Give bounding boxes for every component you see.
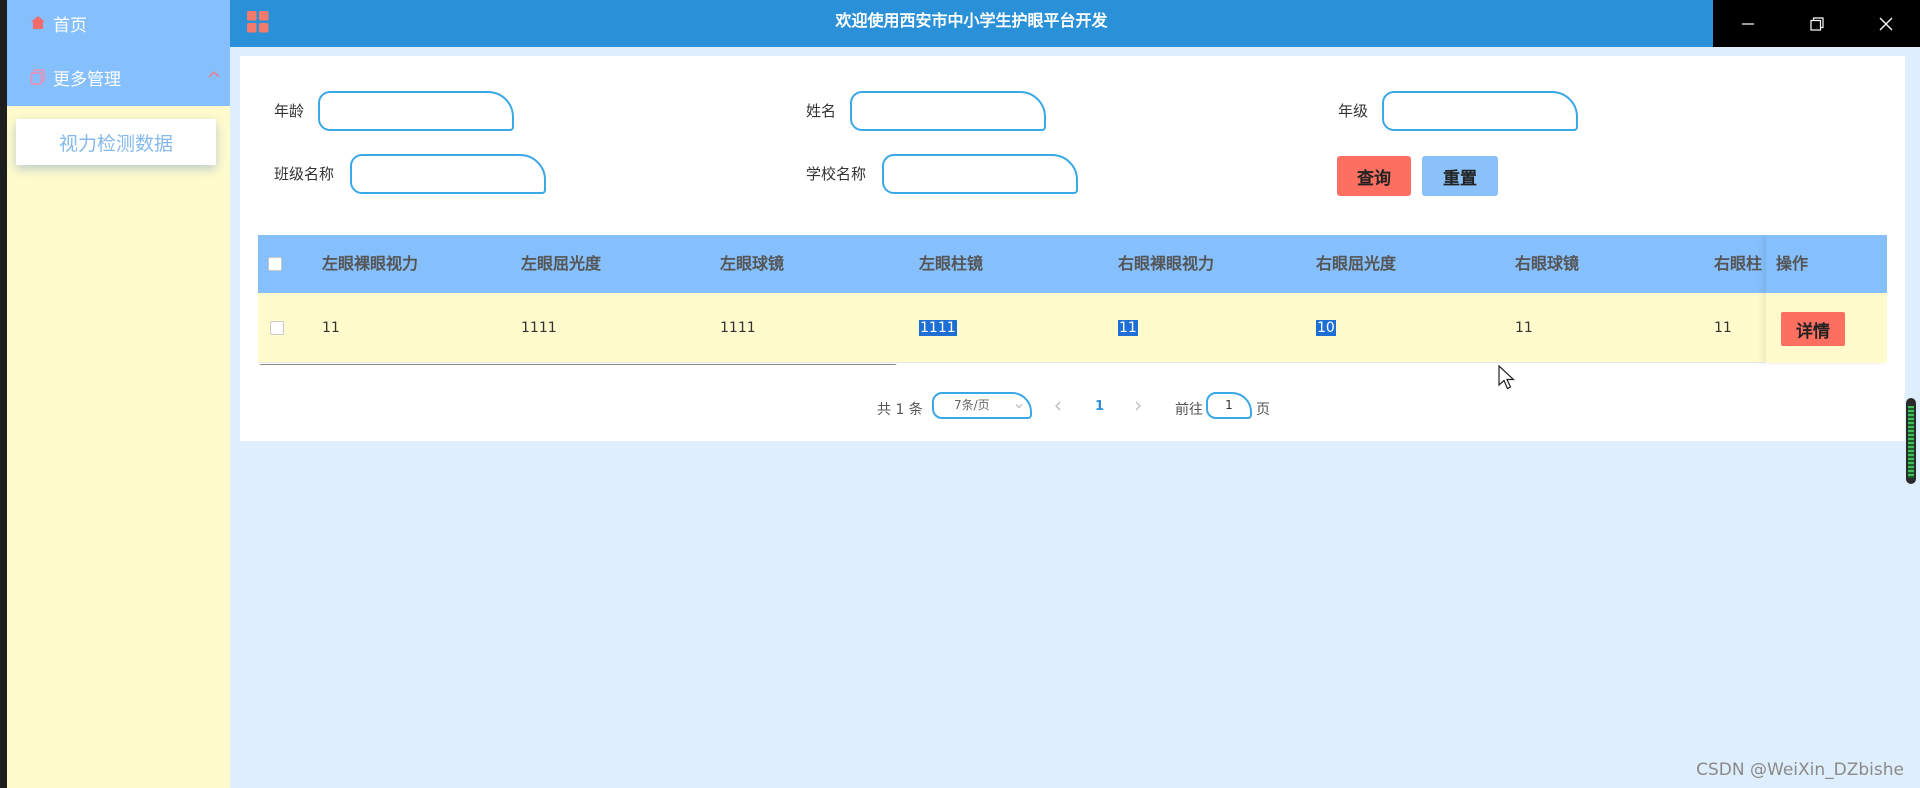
table-cell: 10 <box>1316 320 1336 336</box>
detail-button[interactable]: 详情 <box>1781 312 1845 346</box>
row-checkbox[interactable] <box>270 321 284 335</box>
close-button[interactable] <box>1851 0 1920 47</box>
watermark: CSDN @WeiXin_DZbishe <box>1696 760 1904 780</box>
sidebar-item-label: 首页 <box>53 15 87 36</box>
chevron-up-icon[interactable] <box>207 68 221 82</box>
column-header[interactable]: 右眼屈光度 <box>1316 235 1396 293</box>
table-cell: 11 <box>1714 320 1732 336</box>
table-cell: 11 <box>322 320 340 336</box>
sidebar-menu: 首页 更多管理 <box>7 0 230 106</box>
column-header[interactable]: 右眼柱 <box>1714 235 1762 293</box>
goto-suffix: 页 <box>1256 402 1270 418</box>
goto-prefix: 前往 <box>1175 402 1203 418</box>
table-cell-wrap: 11 <box>1118 293 1138 363</box>
table-row[interactable]: 11 1111 1111 1111 11 10 11 11 <box>258 293 1887 363</box>
sidebar: 首页 更多管理 视力检测数据 <box>0 0 230 788</box>
table-cell-wrap: 10 <box>1316 293 1336 363</box>
scrollbar-thumb[interactable] <box>258 364 898 365</box>
table-cell: 1111 <box>919 320 957 336</box>
home-icon <box>31 16 45 29</box>
column-header[interactable]: 右眼裸眼视力 <box>1118 235 1214 293</box>
close-icon <box>1879 17 1892 30</box>
class-name-label: 班级名称 <box>274 165 335 183</box>
table-cell: 11 <box>1515 320 1533 336</box>
total-count: 共 1 条 <box>877 402 923 418</box>
minimize-button[interactable] <box>1713 0 1782 47</box>
restore-button[interactable] <box>1782 0 1851 47</box>
table-header: 左眼裸眼视力 左眼屈光度 左眼球镜 左眼柱镜 右眼裸眼视力 右眼屈光度 右眼球镜… <box>258 235 1887 293</box>
column-header[interactable]: 左眼裸眼视力 <box>322 235 418 293</box>
column-header[interactable]: 左眼屈光度 <box>521 235 601 293</box>
action-cell: 详情 <box>1766 293 1887 363</box>
school-name-input[interactable] <box>882 154 1078 194</box>
chevron-down-icon <box>1015 404 1023 409</box>
window-controls <box>1713 0 1920 47</box>
column-header[interactable]: 右眼球镜 <box>1515 235 1579 293</box>
restore-icon <box>1809 16 1824 31</box>
next-page-icon[interactable] <box>1132 400 1144 412</box>
grade-label: 年级 <box>1338 102 1369 120</box>
name-input[interactable] <box>850 91 1046 131</box>
grade-input[interactable] <box>1382 91 1578 131</box>
action-column: 操作 详情 <box>1766 235 1887 363</box>
table-cell-wrap: 1111 <box>919 293 957 363</box>
current-page[interactable]: 1 <box>1095 399 1104 414</box>
reset-button[interactable]: 重置 <box>1422 156 1498 196</box>
sidebar-item-label: 更多管理 <box>53 69 121 90</box>
content-panel: 年龄 姓名 年级 班级名称 学校名称 查询 重置 左眼裸眼视力 左眼屈光度 左眼… <box>240 56 1905 441</box>
action-header-cell: 操作 <box>1766 235 1887 293</box>
sidebar-subitem-label: 视力检测数据 <box>58 132 173 155</box>
column-header[interactable]: 左眼柱镜 <box>919 235 983 293</box>
table-cell: 11 <box>1118 320 1138 336</box>
prev-page-icon[interactable] <box>1052 400 1064 412</box>
sidebar-subitem-vision-data[interactable]: 视力检测数据 <box>16 119 216 165</box>
page-size-select[interactable]: 7条/页 <box>932 392 1032 419</box>
column-header[interactable]: 左眼球镜 <box>720 235 784 293</box>
age-label: 年龄 <box>274 102 305 120</box>
class-name-input[interactable] <box>350 154 546 194</box>
goto-page-input[interactable]: 1 <box>1206 392 1252 419</box>
sidebar-item-home[interactable]: 首页 <box>29 8 87 38</box>
minimize-icon <box>1741 22 1754 25</box>
vertical-scrollbar[interactable] <box>1906 398 1916 484</box>
table-cell: 1111 <box>720 320 756 336</box>
mouse-cursor-icon <box>1498 365 1516 390</box>
select-all-checkbox[interactable] <box>268 257 282 271</box>
name-label: 姓名 <box>806 102 837 120</box>
school-name-label: 学校名称 <box>806 165 867 183</box>
scrollbar-thumb[interactable] <box>1908 406 1914 478</box>
table-cell: 1111 <box>521 320 557 336</box>
copy-icon <box>30 69 45 85</box>
horizontal-scrollbar[interactable] <box>258 363 1887 365</box>
age-input[interactable] <box>318 91 514 131</box>
page-size-value: 7条/页 <box>954 398 990 412</box>
header-bar: 欢迎使用西安市中小学生护眼平台开发 <box>230 0 1713 47</box>
page-title: 欢迎使用西安市中小学生护眼平台开发 <box>835 11 1108 30</box>
sidebar-edge <box>0 0 7 788</box>
query-button[interactable]: 查询 <box>1337 156 1411 196</box>
sidebar-item-more-management[interactable]: 更多管理 <box>29 62 221 92</box>
action-header: 操作 <box>1776 254 1809 273</box>
data-table: 左眼裸眼视力 左眼屈光度 左眼球镜 左眼柱镜 右眼裸眼视力 右眼屈光度 右眼球镜… <box>258 235 1887 365</box>
